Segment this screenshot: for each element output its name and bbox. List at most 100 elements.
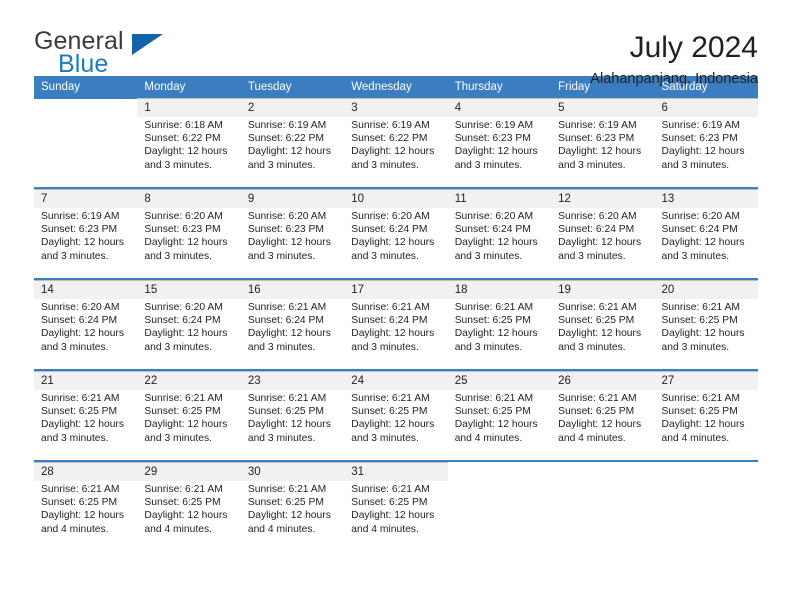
daylight-text-line2: and 3 minutes. (661, 341, 730, 353)
daylight-text-line1: Daylight: 12 hours (661, 419, 745, 431)
day-number[interactable]: 13 (654, 189, 758, 208)
day-number[interactable]: 2 (240, 98, 345, 117)
triangle-icon (132, 34, 163, 55)
daylight-text-line2: and 3 minutes. (454, 341, 523, 353)
day-cell: Sunrise: 6:21 AM Sunset: 6:24 PM Daylight:… (240, 299, 345, 369)
day-number[interactable]: 26 (551, 371, 655, 390)
day-cell: Sunrise: 6:21 AM Sunset: 6:25 PM Daylight:… (344, 390, 448, 460)
daylight-text-line1: Daylight: 12 hours (351, 419, 435, 431)
day-number[interactable]: 5 (551, 98, 655, 117)
week-daynumber-row: 123456 (34, 98, 758, 117)
sunrise-text: Sunrise: 6:19 AM (351, 120, 430, 131)
sunset-text: Sunset: 6:25 PM (558, 406, 635, 418)
day-number[interactable]: 21 (34, 371, 138, 390)
day-number[interactable]: 1 (137, 98, 241, 117)
sunrise-text: Sunrise: 6:19 AM (558, 120, 637, 131)
daylight-text-line2: and 3 minutes. (247, 432, 316, 444)
day-number[interactable]: 8 (137, 189, 241, 208)
day-number[interactable]: 7 (34, 189, 138, 208)
daylight-text-line2: and 4 minutes. (661, 432, 730, 444)
sunrise-text: Sunrise: 6:21 AM (247, 484, 327, 495)
day-number[interactable]: 31 (344, 462, 448, 481)
weekday-header-thursday: Thursday (447, 76, 552, 99)
day-number[interactable]: 15 (137, 280, 241, 299)
day-number[interactable]: 12 (551, 189, 655, 208)
day-number[interactable]: 18 (447, 280, 552, 299)
day-number[interactable]: 10 (344, 189, 448, 208)
daylight-text-line1: Daylight: 12 hours (558, 146, 642, 158)
sunrise-text: Sunrise: 6:20 AM (454, 211, 534, 222)
daylight-text-line2: and 3 minutes. (558, 250, 626, 262)
sunset-text: Sunset: 6:25 PM (144, 406, 221, 418)
daylight-text-line1: Daylight: 12 hours (661, 328, 745, 340)
day-number[interactable]: 25 (447, 371, 552, 390)
daylight-text-line1: Daylight: 12 hours (41, 419, 124, 431)
day-number[interactable]: 20 (654, 280, 758, 299)
day-cell-empty (551, 481, 655, 551)
daylight-text-line1: Daylight: 12 hours (247, 510, 331, 522)
sunset-text: Sunset: 6:24 PM (558, 224, 635, 236)
daylight-text-line2: and 3 minutes. (247, 159, 316, 171)
daylight-text-line2: and 3 minutes. (144, 432, 212, 444)
day-cell-empty (654, 481, 758, 551)
day-number[interactable]: 14 (34, 280, 138, 299)
daylight-text-line1: Daylight: 12 hours (351, 328, 435, 340)
day-cell: Sunrise: 6:19 AM Sunset: 6:22 PM Daylight:… (240, 117, 345, 187)
daylight-text-line1: Daylight: 12 hours (41, 328, 124, 340)
brand-logo[interactable]: General Blue (34, 28, 214, 84)
day-number[interactable]: 27 (654, 371, 758, 390)
day-number[interactable]: 30 (240, 462, 345, 481)
daylight-text-line2: and 3 minutes. (144, 341, 212, 353)
sunset-text: Sunset: 6:24 PM (351, 315, 428, 327)
day-cell: Sunrise: 6:21 AM Sunset: 6:25 PM Daylight:… (654, 299, 758, 369)
day-cell: Sunrise: 6:21 AM Sunset: 6:25 PM Daylight:… (240, 481, 345, 551)
day-cell: Sunrise: 6:18 AM Sunset: 6:22 PM Daylight:… (137, 117, 241, 187)
day-number[interactable]: 17 (344, 280, 448, 299)
week-info-row: Sunrise: 6:19 AM Sunset: 6:23 PM Daylight:… (34, 208, 758, 278)
daylight-text-line2: and 3 minutes. (351, 250, 419, 262)
sunrise-text: Sunrise: 6:20 AM (144, 302, 223, 313)
sunset-text: Sunset: 6:25 PM (454, 406, 531, 418)
day-cell: Sunrise: 6:19 AM Sunset: 6:23 PM Daylight:… (447, 117, 552, 187)
day-cell: Sunrise: 6:20 AM Sunset: 6:24 PM Daylight:… (34, 299, 138, 369)
sunset-text: Sunset: 6:23 PM (144, 224, 221, 236)
day-cell: Sunrise: 6:20 AM Sunset: 6:24 PM Daylight:… (551, 208, 655, 278)
daylight-text-line1: Daylight: 12 hours (144, 146, 228, 158)
daylight-text-line2: and 4 minutes. (454, 432, 523, 444)
day-number-empty (447, 462, 552, 481)
day-number[interactable]: 4 (447, 98, 552, 117)
page-title: July 2024 (629, 31, 758, 64)
week-daynumber-row: 7 8 9 10 11 12 13 (34, 189, 758, 208)
daylight-text-line2: and 3 minutes. (454, 250, 523, 262)
daylight-text-line2: and 4 minutes. (144, 523, 212, 535)
day-number[interactable]: 28 (34, 462, 138, 481)
daylight-text-line1: Daylight: 12 hours (454, 237, 538, 249)
day-number[interactable]: 23 (240, 371, 345, 390)
day-cell: Sunrise: 6:21 AM Sunset: 6:25 PM Daylight:… (551, 390, 655, 460)
daylight-text-line2: and 4 minutes. (351, 523, 419, 535)
daylight-text-line2: and 3 minutes. (661, 250, 730, 262)
page-header: General Blue July 2024 Alahanpanjang, In… (34, 0, 758, 88)
daylight-text-line1: Daylight: 12 hours (558, 328, 642, 340)
day-cell: Sunrise: 6:21 AM Sunset: 6:25 PM Daylight:… (447, 299, 552, 369)
sunrise-text: Sunrise: 6:21 AM (41, 484, 120, 495)
day-number[interactable]: 9 (240, 189, 345, 208)
daylight-text-line1: Daylight: 12 hours (454, 419, 538, 431)
daylight-text-line2: and 3 minutes. (454, 159, 523, 171)
sunset-text: Sunset: 6:25 PM (247, 497, 324, 509)
day-number[interactable]: 3 (344, 98, 448, 117)
day-number[interactable]: 11 (447, 189, 552, 208)
brand-name-blue: Blue (58, 50, 109, 78)
day-number[interactable]: 22 (137, 371, 241, 390)
sunrise-text: Sunrise: 6:21 AM (247, 393, 327, 404)
day-number[interactable]: 16 (240, 280, 345, 299)
day-number[interactable]: 19 (551, 280, 655, 299)
day-number[interactable]: 6 (654, 98, 758, 117)
day-number[interactable]: 29 (137, 462, 241, 481)
sunset-text: Sunset: 6:25 PM (661, 406, 738, 418)
week-daynumber-row: 14 15 16 17 18 19 20 (34, 280, 758, 299)
sunrise-text: Sunrise: 6:21 AM (351, 302, 430, 313)
day-cell-empty (447, 481, 552, 551)
day-number[interactable]: 24 (344, 371, 448, 390)
daylight-text-line2: and 4 minutes. (247, 523, 316, 535)
